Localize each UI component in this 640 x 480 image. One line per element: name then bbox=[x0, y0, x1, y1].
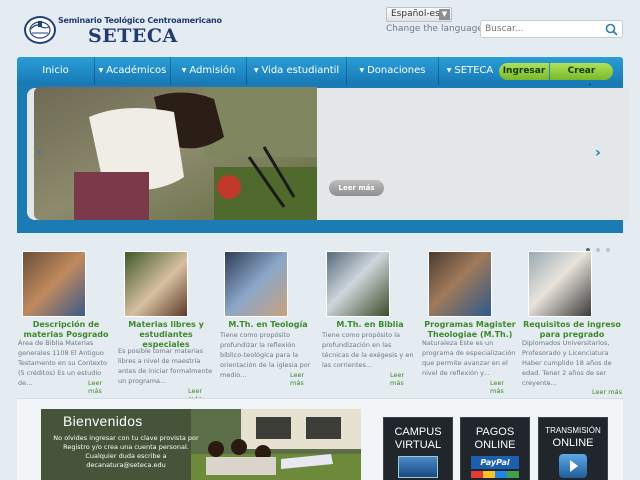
program-description: Naturaleza Este es un programa de especi… bbox=[422, 339, 516, 377]
program-photo[interactable] bbox=[224, 251, 288, 317]
laptop-icon bbox=[398, 456, 438, 478]
program-title[interactable]: Programas Magister Theologiae (M.Th.) bbox=[422, 320, 518, 340]
welcome-text: No olvides ingresar con tu clave provist… bbox=[53, 434, 199, 469]
nav-item-vida-estudiantil[interactable]: ▼ Vida estudiantil bbox=[247, 57, 347, 85]
logo-name: SETECA bbox=[88, 25, 178, 47]
nav-label: Donaciones bbox=[367, 65, 426, 76]
chevron-right-icon[interactable]: › bbox=[595, 145, 601, 161]
read-more-link[interactable]: Leer más bbox=[390, 371, 418, 387]
online-broadcast-banner[interactable]: TRANSMISIÓN ONLINE bbox=[538, 417, 608, 480]
main-nav: Inicio ▼ Académicos ▼ Admisión ▼ Vida estud… bbox=[17, 57, 623, 93]
campus-virtual-banner[interactable]: CAMPUS VIRTUAL bbox=[383, 417, 453, 480]
chevron-down-icon: ▼ bbox=[439, 9, 450, 20]
nav-item-inicio[interactable]: Inicio bbox=[17, 57, 95, 85]
program-card: Descripción de materias Posgrado Área de… bbox=[18, 251, 114, 396]
program-card: Programas Magister Theologiae (M.Th.) Na… bbox=[422, 251, 518, 396]
program-description: Es posible tomar materias libres a nivel… bbox=[118, 347, 213, 385]
logo-subtitle: Seminario Teológico Centroamericano bbox=[58, 16, 222, 25]
read-more-link[interactable]: Leer más bbox=[88, 379, 114, 395]
program-title[interactable]: Requisitos de ingreso para pregrado bbox=[522, 320, 622, 340]
promo-line: CAMPUS bbox=[394, 426, 442, 438]
program-title[interactable]: M.Th. en Biblia bbox=[322, 320, 418, 330]
promo-line: ONLINE bbox=[552, 437, 594, 449]
nav-label: Inicio bbox=[42, 65, 69, 76]
nav-label: Admisión bbox=[189, 65, 236, 76]
caret-down-icon: ▼ bbox=[181, 67, 187, 74]
welcome-title: Bienvenidos bbox=[63, 413, 143, 429]
slide-read-more-button[interactable]: Leer más bbox=[329, 180, 384, 196]
program-photo[interactable] bbox=[528, 251, 592, 317]
credit-cards-icon bbox=[471, 471, 519, 478]
signup-button[interactable]: Crear cuenta bbox=[550, 63, 613, 93]
caret-down-icon: ▼ bbox=[446, 67, 452, 74]
language-select[interactable]: Español-es ▼ bbox=[386, 7, 452, 22]
nav-label: SETECA bbox=[454, 65, 494, 76]
program-photo[interactable] bbox=[124, 251, 188, 317]
program-card: M.Th. en Biblia Tiene como propósito la … bbox=[322, 251, 418, 396]
program-card: M.Th. en Teología Tiene como propósito p… bbox=[220, 251, 316, 396]
nav-label: Académicos bbox=[106, 65, 167, 76]
nav-item-academicos[interactable]: ▼ Académicos bbox=[95, 57, 171, 85]
promo-line: PAGOS bbox=[475, 426, 515, 438]
login-button[interactable]: Ingresar bbox=[499, 63, 549, 80]
program-photo[interactable] bbox=[22, 251, 86, 317]
bottom-section: Bienvenidos No olvides ingresar con tu c… bbox=[17, 398, 623, 480]
read-more-link[interactable]: Leer más bbox=[592, 388, 622, 396]
program-description: Tiene como propósito la profundización e… bbox=[322, 331, 414, 369]
play-icon bbox=[559, 454, 587, 478]
chevron-left-icon[interactable]: ‹ bbox=[37, 145, 42, 159]
search-box bbox=[480, 20, 623, 38]
language-value: Español-es bbox=[391, 9, 440, 19]
read-more-link[interactable]: Leer más bbox=[490, 379, 518, 395]
program-description: Diplomados Universitarios, Profesorado y… bbox=[522, 339, 612, 387]
nav-item-seteca[interactable]: ▼ SETECA bbox=[439, 57, 501, 85]
program-photo[interactable] bbox=[428, 251, 492, 317]
program-title[interactable]: Descripción de materias Posgrado bbox=[18, 320, 114, 340]
nav-label: Vida estudiantil bbox=[261, 65, 340, 76]
seteca-logo[interactable]: Seminario Teológico Centroamericano SETE… bbox=[24, 14, 222, 48]
read-more-link[interactable]: Leer más bbox=[290, 371, 316, 387]
caret-down-icon: ▼ bbox=[98, 67, 104, 74]
search-input[interactable] bbox=[485, 22, 603, 36]
program-card: Materias libres y estudiantes especiales… bbox=[118, 251, 214, 403]
caret-down-icon: ▼ bbox=[359, 67, 365, 74]
online-payments-banner[interactable]: PAGOS ONLINE PayPal bbox=[460, 417, 530, 480]
paypal-logo: PayPal bbox=[471, 456, 519, 469]
welcome-banner[interactable]: Bienvenidos No olvides ingresar con tu c… bbox=[41, 409, 361, 480]
nav-item-admision[interactable]: ▼ Admisión bbox=[171, 57, 247, 85]
change-language-label: Change the language bbox=[386, 24, 483, 34]
program-card: Requisitos de ingreso para pregrado Dipl… bbox=[522, 251, 622, 396]
program-title[interactable]: M.Th. en Teología bbox=[220, 320, 316, 330]
caret-down-icon: ▼ bbox=[253, 67, 259, 74]
search-icon[interactable] bbox=[605, 23, 618, 36]
promo-line: ONLINE bbox=[474, 439, 516, 451]
promo-line: TRANSMISIÓN bbox=[545, 426, 601, 435]
program-photo[interactable] bbox=[326, 251, 390, 317]
slide-photo bbox=[34, 87, 317, 220]
promo-line: VIRTUAL bbox=[394, 439, 442, 451]
hero-slider: ‹ Leer más › bbox=[17, 85, 629, 233]
nav-item-donaciones[interactable]: ▼ Donaciones bbox=[347, 57, 439, 85]
globe-icon bbox=[24, 16, 56, 44]
